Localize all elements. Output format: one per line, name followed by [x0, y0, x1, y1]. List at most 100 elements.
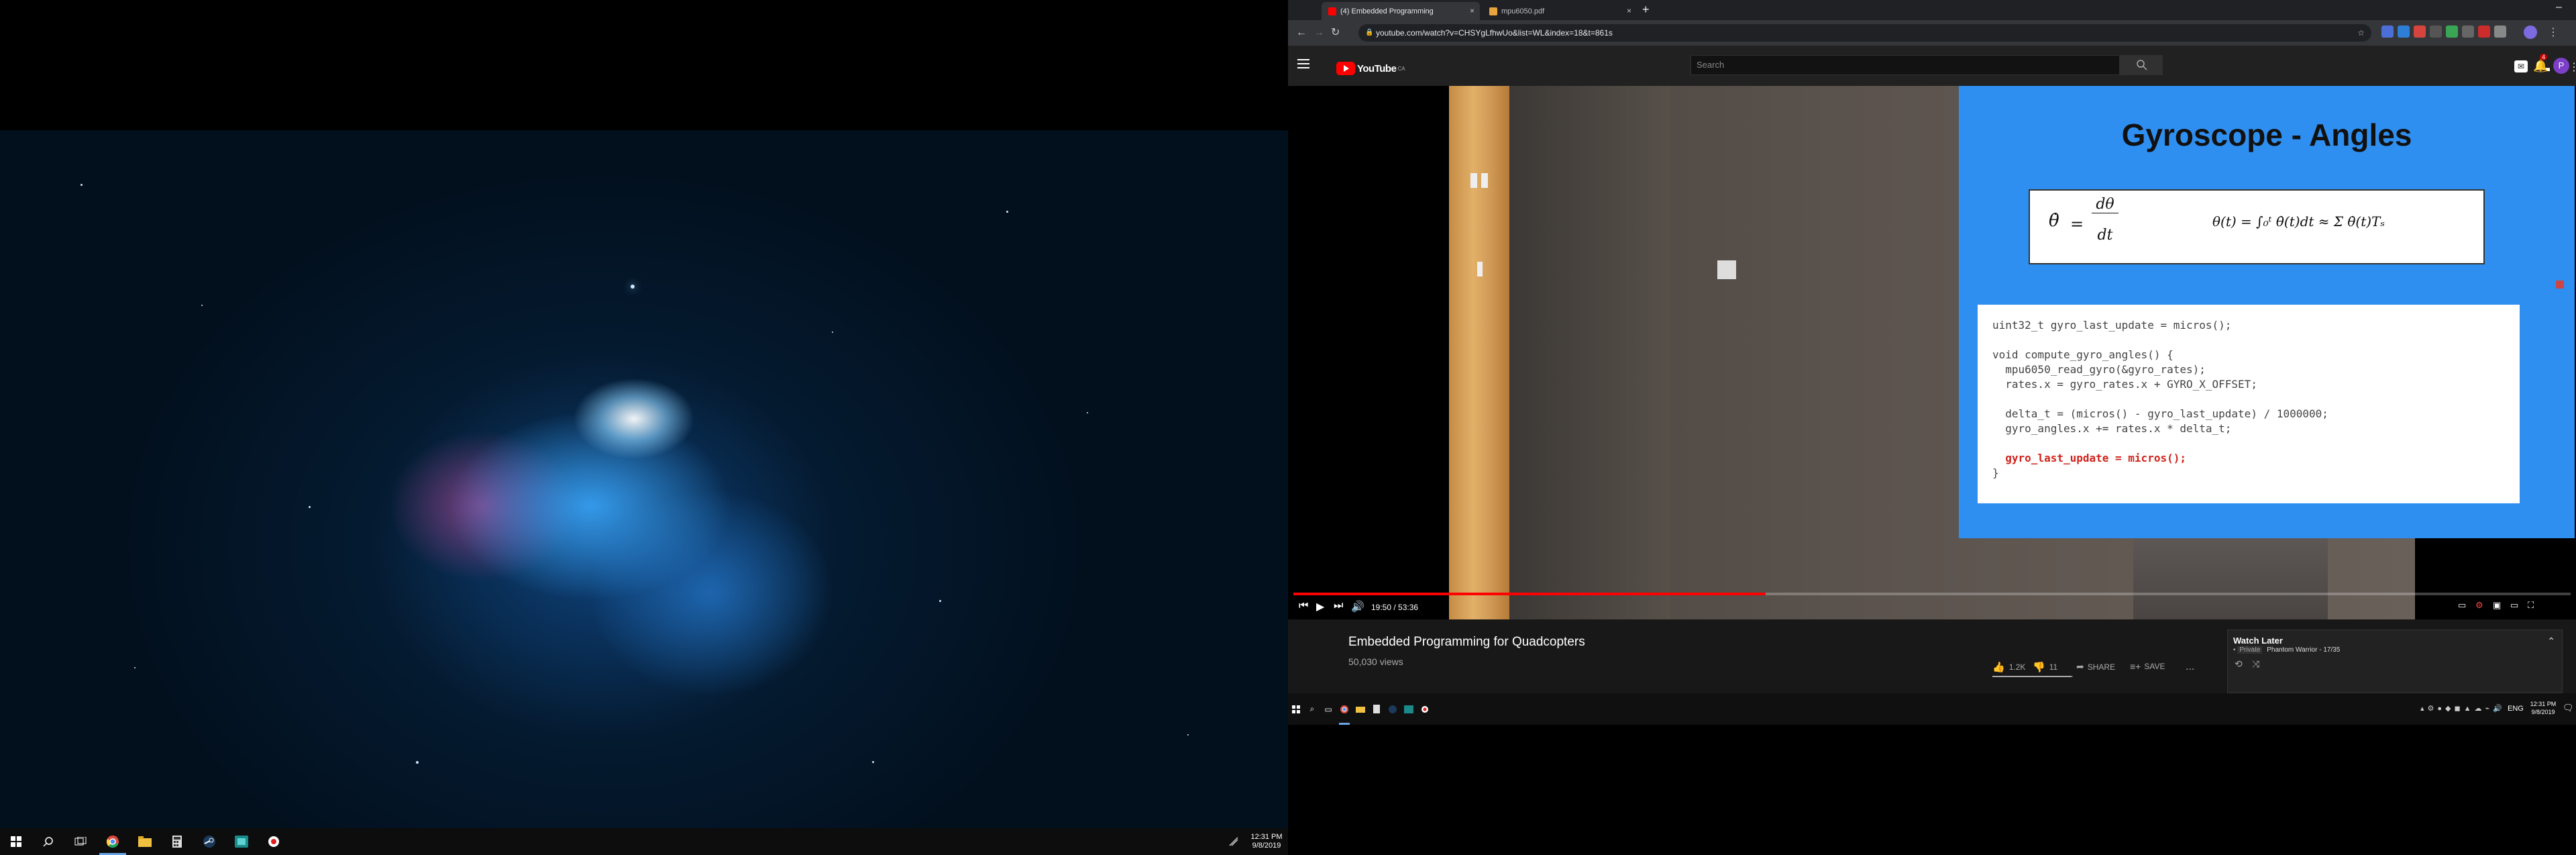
reload-icon[interactable]: ↻ [1331, 24, 1340, 42]
equation-lhs: θ̇ [2049, 211, 2059, 231]
more-actions-button[interactable]: ... [2186, 661, 2194, 673]
extension-dark-icon[interactable] [2430, 26, 2442, 38]
windows-start-icon[interactable] [0, 828, 32, 855]
right-taskbar-time[interactable]: 12:31 PM [2526, 700, 2560, 708]
code-line: gyro_angles.x += rates.x * delta_t; [1992, 422, 2232, 435]
video-player[interactable]: Gyroscope - Angles θ̇ = dθ dt θ(t) = ∫₀ᵗ… [1288, 86, 2576, 619]
windows-start-icon[interactable] [1288, 693, 1304, 725]
search-icon[interactable]: ⌕ [1304, 693, 1320, 725]
volume-icon[interactable]: 🔊 [1351, 600, 1364, 613]
chrome-tab-bar: (4) Embedded Programming × mpu6050.pdf ×… [1288, 0, 2576, 20]
left-taskbar: 12:31 PM 9/8/2019 [0, 828, 1288, 855]
progress-played [1293, 593, 1766, 595]
fullscreen-icon[interactable]: ⛶ [2528, 600, 2534, 611]
record-icon[interactable] [258, 828, 290, 855]
search-icon [2137, 60, 2147, 70]
minimize-window-button[interactable]: – [2556, 1, 2562, 13]
youtube-favicon-icon [1328, 7, 1336, 15]
bookmark-star-icon[interactable]: ☆ [2357, 24, 2365, 42]
shuffle-icon[interactable]: ⤨ [2252, 658, 2259, 670]
playlist-title[interactable]: Watch Later [2233, 636, 2283, 646]
messages-icon[interactable]: ✉ [2514, 60, 2528, 72]
app-icon[interactable] [225, 828, 258, 855]
next-icon[interactable]: ⏭ [1334, 600, 1343, 612]
extension-blue-icon[interactable] [2398, 26, 2410, 38]
like-count: 1.2K [2008, 662, 2026, 672]
left-taskbar-time[interactable]: 12:31 PM [1245, 833, 1288, 842]
tab-youtube[interactable]: (4) Embedded Programming × [1322, 2, 1480, 20]
new-tab-button[interactable]: + [1642, 3, 1650, 17]
playlist-owner-position: Phantom Warrior - 17/35 [2267, 646, 2341, 654]
extension-shield-icon[interactable] [2381, 26, 2394, 38]
play-icon[interactable]: ▶ [1316, 600, 1324, 613]
chrome-icon[interactable] [1336, 693, 1352, 725]
right-taskbar: ⌕ ▭ ▴⚙●◆◼▲☁⌁🔊 ENG 12:31 PM 9/8/2019 🗨 [1288, 693, 2576, 725]
file-explorer-icon[interactable] [129, 828, 161, 855]
share-button[interactable]: ➦ SHARE [2076, 661, 2115, 672]
search-button[interactable] [2120, 55, 2163, 75]
address-bar[interactable]: 🔒 youtube.com/watch?v=CHSYgLfhwUo&list=W… [1358, 24, 2371, 42]
miniplayer-icon[interactable]: ▣ [2493, 600, 2501, 611]
chrome-menu-icon[interactable]: ⋮ [2548, 24, 2559, 42]
account-avatar[interactable]: P [2553, 58, 2569, 74]
calculator-icon[interactable] [161, 828, 193, 855]
loop-playlist-icon[interactable]: ⟲ [2235, 658, 2243, 670]
youtube-logo[interactable]: YouTube CA [1336, 62, 1405, 75]
record-icon[interactable] [1417, 693, 1433, 725]
extension-menu-icon[interactable] [2494, 26, 2506, 38]
search-input[interactable]: Search [1690, 55, 2120, 75]
card-teaser-icon[interactable] [2556, 281, 2564, 289]
app-icon[interactable] [1401, 693, 1417, 725]
system-tray-icons[interactable]: ▴⚙●◆◼▲☁⌁🔊 [2420, 704, 2506, 713]
close-tab-icon[interactable]: × [1470, 6, 1474, 15]
extension-red-icon[interactable] [2414, 26, 2426, 38]
lock-icon: 🔒 [1365, 29, 1374, 36]
steam-icon[interactable] [193, 828, 225, 855]
code-line: mpu6050_read_gyro(&gyro_rates); [1992, 363, 2206, 376]
task-view-icon[interactable]: ▭ [1320, 693, 1336, 725]
chrome-icon[interactable] [97, 828, 129, 855]
save-button[interactable]: ≡+ SAVE [2130, 661, 2165, 672]
extension-gray-icon[interactable] [2462, 26, 2474, 38]
left-monitor-desktop: 12:31 PM 9/8/2019 [0, 0, 1288, 855]
settings-gear-icon[interactable]: ⚙ [2475, 600, 2483, 611]
right-taskbar-date[interactable]: 9/8/2019 [2526, 708, 2560, 716]
chrome-toolbar: ← → ↻ 🔒 youtube.com/watch?v=CHSYgLfhwUo&… [1288, 20, 2576, 46]
sentiment-bar [1992, 676, 2073, 677]
profile-avatar-icon[interactable] [2524, 26, 2537, 39]
thumbs-down-icon: 👎 [2033, 662, 2045, 673]
left-taskbar-date[interactable]: 9/8/2019 [1245, 842, 1288, 850]
like-button[interactable]: 👍 1.2K [1992, 661, 2025, 673]
tab-pdf[interactable]: mpu6050.pdf × [1483, 2, 1637, 20]
hamburger-menu-icon[interactable] [1297, 59, 1309, 72]
playlist-panel: Watch Later ▪ Private Phantom Warrior - … [2227, 630, 2563, 693]
save-label: SAVE [2144, 662, 2165, 671]
network-icon[interactable] [1224, 828, 1244, 855]
captions-icon[interactable]: ▭ [2458, 600, 2466, 611]
collapse-chevron-icon[interactable]: ⌃ [2547, 636, 2555, 647]
playlist-add-icon: ≡+ [2130, 661, 2141, 672]
forward-arrow-icon[interactable]: → [1313, 24, 1324, 42]
notifications-bell-icon[interactable]: 🔔 [2533, 59, 2548, 73]
file-explorer-icon[interactable] [1352, 693, 1368, 725]
dislike-button[interactable]: 👎 11 [2033, 661, 2057, 673]
notification-count-badge: 4 [2540, 54, 2548, 60]
task-view-icon[interactable] [64, 828, 97, 855]
extension-green-icon[interactable] [2446, 26, 2458, 38]
close-tab-icon[interactable]: × [1627, 6, 1631, 15]
code-line: rates.x = gyro_rates.x + GYRO_X_OFFSET; [1992, 378, 2257, 391]
calculator-icon[interactable] [1368, 693, 1385, 725]
previous-icon[interactable]: ⏮ [1299, 600, 1308, 612]
view-count: 50,030 views [1348, 656, 1403, 667]
back-arrow-icon[interactable]: ← [1296, 24, 1307, 42]
equation-box: θ̇ = dθ dt θ(t) = ∫₀ᵗ θ̇(t)dt ≈ Σ θ̇(t)T… [2029, 189, 2485, 264]
input-language[interactable]: ENG [2508, 705, 2524, 713]
extension-record-icon[interactable] [2478, 26, 2490, 38]
wooden-door [1449, 86, 1509, 619]
search-icon[interactable] [32, 828, 64, 855]
action-center-icon[interactable]: 🗨 [2563, 703, 2574, 713]
steam-icon[interactable] [1385, 693, 1401, 725]
theater-mode-icon[interactable]: ▭ [2510, 600, 2518, 611]
